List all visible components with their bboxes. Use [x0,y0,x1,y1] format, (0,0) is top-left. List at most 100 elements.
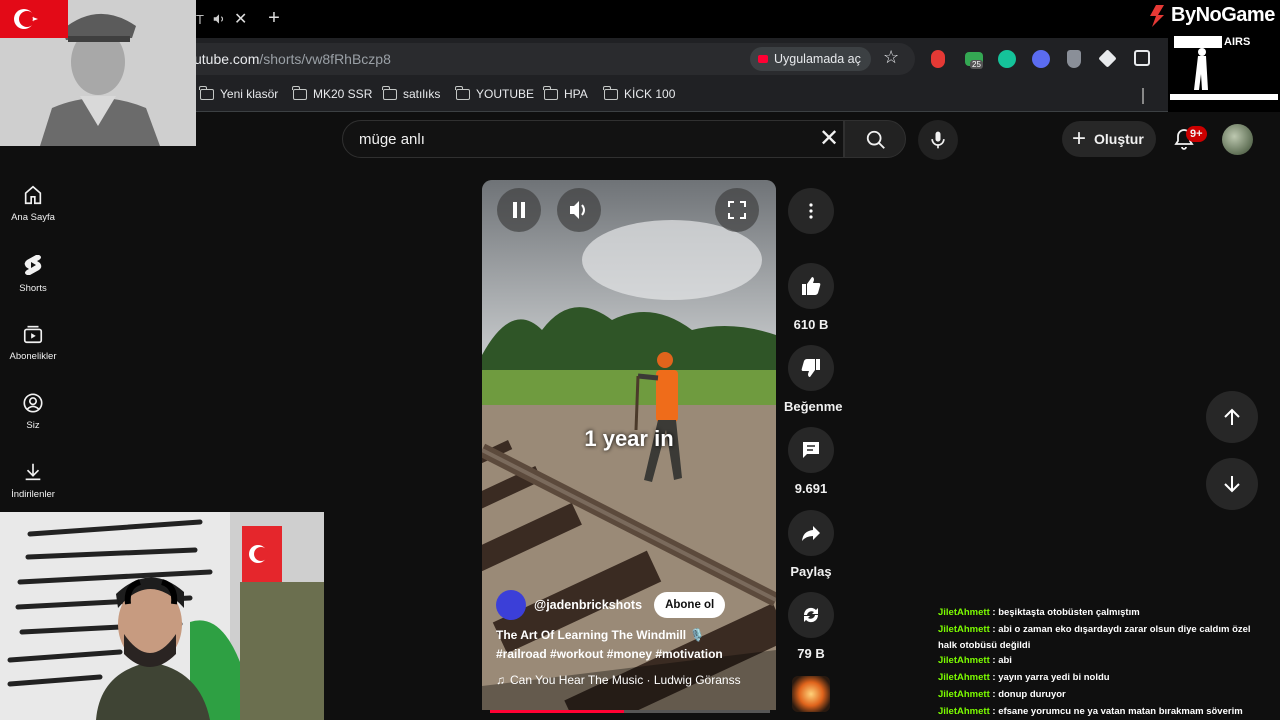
volume-button[interactable] [557,188,601,232]
grammarly-icon[interactable] [998,50,1016,68]
share-icon [802,526,820,541]
create-button[interactable]: + Oluştur [1062,121,1156,157]
shorts-icon [24,255,42,275]
arrow-up-icon [1224,408,1240,425]
airs-logo: AIRS [1168,30,1280,112]
clear-search-icon[interactable]: ✕ [819,127,839,151]
pause-button[interactable] [497,188,541,232]
progress-fill [490,710,625,713]
youtube-icon [758,55,768,63]
open-in-app-button[interactable]: Uygulamada aç [750,47,871,71]
turkish-flag [0,0,68,38]
sidebar-item-shorts[interactable]: Shorts [0,253,66,313]
next-short-button[interactable] [1206,458,1258,510]
chat-username: JiletAhmett [938,689,990,700]
remix-button[interactable] [788,592,834,638]
search-input[interactable]: müge anlı [359,131,425,148]
comments-action[interactable]: 9.691 [784,427,838,496]
folder-icon [603,85,618,100]
channel-name[interactable]: @jadenbrickshots [534,598,642,612]
notification-count-badge: 9+ [1186,126,1207,142]
new-tab-button[interactable]: + [262,6,286,30]
extension-ghost-icon[interactable] [1032,50,1050,68]
tab-title: T [196,11,204,27]
pause-icon [513,202,525,218]
folder-icon [455,85,470,100]
share-action[interactable]: Paylaş [784,510,838,579]
like-count: 610 B [793,317,829,332]
chat-text: abi [998,655,1012,666]
video-caption-overlay: 1 year in [584,426,674,451]
channel-avatar[interactable] [496,590,526,620]
search-button[interactable] [844,120,906,158]
fullscreen-button[interactable] [715,188,759,232]
bookmark-folder[interactable]: Yeni klasör [199,85,278,101]
bynogame-logo: ByNoGame [1146,0,1280,30]
music-note-icon: ♫ [496,673,505,687]
bookmark-folder[interactable]: satılıks [382,85,440,101]
download-icon [25,463,41,481]
plus-icon: + [1072,125,1087,152]
chat-message: JiletAhmett : efsane yorumcu ne ya vatan… [938,706,1243,717]
folder-icon [199,85,214,100]
volume-icon [570,201,585,219]
chat-username: JiletAhmett [938,624,990,635]
bookmark-folder[interactable]: HPA [543,85,588,101]
sound-thumbnail[interactable] [792,676,830,712]
folder-icon [292,85,307,100]
comments-button[interactable] [788,427,834,473]
extensions-puzzle-icon[interactable] [1134,50,1150,66]
share-button[interactable] [788,510,834,556]
sidebar-item-home[interactable]: Ana Sayfa [0,184,66,244]
close-tab-icon[interactable]: ✕ [234,9,247,29]
remix-icon [803,607,819,623]
search-box[interactable]: müge anlı ✕ [342,120,844,158]
like-action[interactable]: 610 B [784,263,838,332]
bookmark-star-icon[interactable]: ☆ [883,47,899,68]
comment-icon [803,442,819,458]
short-hashtags[interactable]: #railroad #workout #money #motivation [496,647,723,661]
voice-search-button[interactable] [918,120,958,160]
extension-diamond-icon[interactable] [1098,49,1117,68]
dislike-button[interactable] [788,345,834,391]
chat-message: JiletAhmett : yayın yarra yedi bi noldu [938,672,1110,683]
remix-action[interactable]: 79 B [784,592,838,661]
bookmarks-divider [1142,88,1144,104]
chat-message: JiletAhmett : donup duruyor [938,689,1066,700]
subscribe-button[interactable]: Abone ol [654,592,726,618]
more-vertical-icon [809,203,813,219]
browser-tab[interactable]: T ✕ [190,4,252,34]
music-row[interactable]: ♫ Can You Hear The Music · Ludwig Görans… [496,673,741,687]
more-options-button[interactable] [788,188,834,234]
channel-row: @jadenbrickshots Abone ol [496,590,726,620]
chat-text: yayın yarra yedi bi noldu [998,672,1110,683]
previous-short-button[interactable] [1206,391,1258,443]
short-video-player[interactable]: 1 year in @jadenbrickshots Abone ol The … [482,180,776,710]
chat-message: JiletAhmett : abi [938,655,1012,666]
shield-icon[interactable] [1067,50,1081,68]
chat-username: JiletAhmett [938,655,990,666]
chat-username: JiletAhmett [938,672,990,683]
chat-text: beşiktaşta otobüsten çalmıştım [998,607,1140,618]
chat-text: efsane yorumcu ne ya vatan matan bırakma… [998,706,1243,717]
extension-red-icon[interactable] [931,50,945,68]
short-title[interactable]: The Art Of Learning The Windmill 🎙️ [496,628,704,642]
dislike-action[interactable]: Beğenme [784,345,843,414]
speaker-icon [213,14,224,24]
avatar[interactable] [1222,124,1253,155]
microphone-icon [931,131,945,149]
chat-username: JiletAhmett [938,607,990,618]
like-button[interactable] [788,263,834,309]
sidebar-item-subscriptions[interactable]: Abonelikler [0,323,66,383]
bookmark-folder[interactable]: KİCK 100 [603,85,675,101]
webcam-feed [0,512,324,720]
bynogame-mark-icon [1150,5,1164,27]
bookmark-folder[interactable]: MK20 SSR [292,85,372,101]
address-bar[interactable]: utube.com/shorts/vw8fRhBczp8 Uygulamada … [180,43,915,75]
progress-track[interactable] [490,710,770,713]
thumbs-up-icon [802,277,821,295]
sidebar-item-you[interactable]: Siz [0,392,66,452]
more-options[interactable] [784,188,838,234]
bookmark-folder[interactable]: YOUTUBE [455,85,534,101]
share-label: Paylaş [790,564,832,579]
